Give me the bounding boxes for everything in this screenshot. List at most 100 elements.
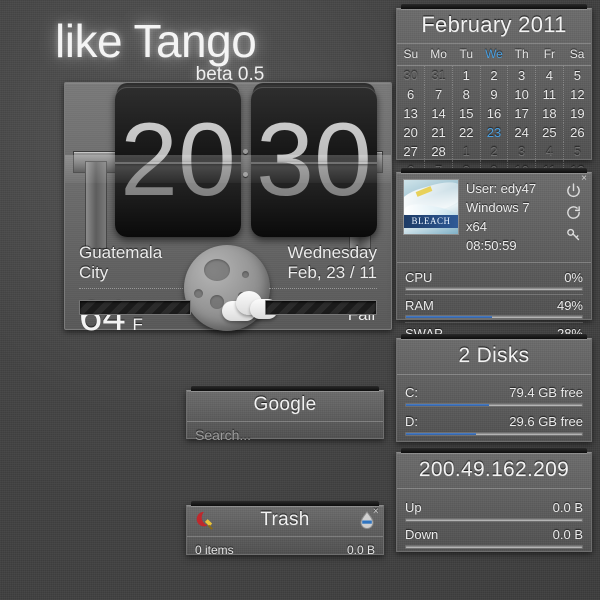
calendar-week-row: 13 14 15 16 17 18 19 bbox=[397, 104, 591, 123]
disk-d: D: 29.6 GB free bbox=[405, 410, 583, 439]
calendar-day[interactable]: 16 bbox=[480, 104, 509, 123]
brand-title-block: like Tango beta 0.5 bbox=[55, 15, 264, 85]
calendar-day[interactable]: 5 bbox=[563, 66, 591, 86]
calendar-day[interactable]: 22 bbox=[452, 123, 481, 142]
key-icon[interactable] bbox=[565, 226, 582, 243]
calendar-day[interactable]: 1 bbox=[452, 65, 481, 85]
disk-c-fill bbox=[406, 404, 489, 406]
network-down: Down 0.0 B bbox=[405, 524, 583, 549]
clock-hours-split bbox=[115, 162, 241, 164]
close-icon[interactable]: × bbox=[581, 174, 587, 184]
calendar-day[interactable]: 2 bbox=[480, 142, 509, 161]
calendar-day[interactable]: 13 bbox=[397, 104, 426, 123]
divider bbox=[405, 322, 583, 324]
disk-d-label: D: bbox=[405, 414, 418, 429]
clock-weather-widget[interactable]: 20 30 Guatemala City 64°F bbox=[64, 81, 392, 337]
calendar-day[interactable]: 31 bbox=[424, 65, 453, 85]
calendar-day[interactable]: 3 bbox=[507, 142, 537, 161]
disks-list: C: 79.4 GB free D: 29.6 GB free bbox=[397, 375, 591, 447]
page-title: like Tango bbox=[55, 15, 257, 67]
calendar-day[interactable]: 17 bbox=[507, 104, 537, 123]
calendar-day[interactable]: 24 bbox=[507, 123, 537, 142]
disk-c-label: C: bbox=[405, 385, 418, 400]
calendar-day[interactable]: 2 bbox=[480, 65, 509, 85]
weather-forecast-bar-right bbox=[265, 300, 377, 315]
calendar-day[interactable]: 8 bbox=[452, 85, 481, 104]
os-line: Windows 7 x64 bbox=[466, 199, 530, 234]
calendar-day[interactable]: 26 bbox=[563, 123, 591, 142]
calendar-day[interactable]: 20 bbox=[397, 123, 426, 142]
weather-panel[interactable]: Guatemala City 64°F bbox=[65, 235, 391, 337]
calendar-weekday-fr: Fr bbox=[535, 44, 564, 66]
meter-ram-fill bbox=[406, 316, 493, 319]
calendar-day[interactable]: 1 bbox=[452, 142, 481, 161]
calendar-day[interactable]: 19 bbox=[563, 104, 591, 123]
calendar-week-row: 20 21 22 23 24 25 26 bbox=[397, 123, 591, 142]
calendar-day[interactable]: 11 bbox=[535, 85, 564, 104]
calendar-grid: Su Mo Tu We Th Fr Sa 30 31 1 2 3 4 5 6 7 8 9 10 11 12 13 14 15… bbox=[397, 44, 591, 180]
calendar-day[interactable]: 15 bbox=[452, 104, 481, 123]
trash-widget[interactable]: Trash × 0 items 0.0 B bbox=[186, 501, 384, 557]
disk-d-track bbox=[405, 432, 583, 436]
calendar-day[interactable]: 28 bbox=[424, 142, 453, 161]
flip-clock[interactable]: 20 30 bbox=[65, 81, 391, 249]
weather-city-line2: City bbox=[79, 262, 109, 282]
network-up-track bbox=[405, 518, 583, 522]
meter-ram-value: 49% bbox=[556, 298, 583, 314]
calendar-day[interactable]: 12 bbox=[563, 85, 591, 104]
system-action-icons[interactable]: × bbox=[561, 174, 587, 243]
calendar-day[interactable]: 4 bbox=[535, 65, 564, 85]
meter-cpu-value: 0% bbox=[564, 270, 583, 286]
refresh-icon[interactable] bbox=[565, 204, 582, 221]
network-list: Up 0.0 B Down 0.0 B bbox=[397, 489, 591, 557]
network-up-value: 0.0 B bbox=[552, 500, 583, 515]
calendar-weekday-row: Su Mo Tu We Th Fr Sa bbox=[397, 44, 591, 66]
calendar-weekday-we: We bbox=[480, 44, 508, 66]
trash-bin-icon[interactable]: × bbox=[359, 507, 379, 531]
calendar-day[interactable]: 9 bbox=[480, 85, 509, 104]
calendar-day[interactable]: 14 bbox=[424, 104, 453, 123]
calendar-day[interactable]: 21 bbox=[424, 123, 453, 142]
power-icon[interactable] bbox=[565, 182, 582, 199]
network-widget[interactable]: 200.49.162.209 Up 0.0 B Down 0.0 B bbox=[396, 448, 592, 552]
calendar-day[interactable]: 10 bbox=[507, 85, 537, 104]
disks-widget[interactable]: 2 Disks C: 79.4 GB free D: 29.6 GB free bbox=[396, 334, 592, 442]
calendar-day[interactable]: 7 bbox=[424, 85, 453, 104]
clock-minutes-card: 30 bbox=[251, 87, 377, 237]
close-icon[interactable]: × bbox=[373, 507, 379, 517]
disk-d-fill bbox=[406, 433, 477, 435]
calendar-day[interactable]: 4 bbox=[535, 142, 564, 161]
disk-c: C: 79.4 GB free bbox=[405, 381, 583, 410]
calendar-day[interactable]: 30 bbox=[397, 65, 426, 85]
empty-trash-broom-icon[interactable] bbox=[193, 510, 215, 530]
system-info-widget[interactable]: BLEACH User: edy47 Windows 7 x64 08:50:5… bbox=[396, 168, 592, 348]
calendar-week-row: 6789101112 bbox=[397, 85, 591, 104]
calendar-day-today[interactable]: 23 bbox=[480, 123, 509, 142]
weather-city-line1: Guatemala bbox=[79, 243, 163, 262]
system-info-text: User: edy47 Windows 7 x64 08:50:59 bbox=[466, 179, 554, 255]
weather-weekday: Wednesday bbox=[287, 243, 377, 262]
network-up: Up 0.0 B bbox=[405, 497, 583, 522]
calendar-widget[interactable]: February 2011 Su Mo Tu We Th Fr Sa 30 31 1 2 3 4 5 6 7… bbox=[396, 4, 592, 180]
network-down-label: Down bbox=[405, 527, 439, 542]
search-input[interactable] bbox=[187, 422, 383, 449]
user-line: User: edy47 bbox=[466, 181, 537, 196]
calendar-body: 30 31 1 2 3 4 5 6 7 8 9 10 11 12 13 14 15 16 17 18 19 20 21 22 2… bbox=[397, 65, 591, 180]
network-up-label: Up bbox=[405, 500, 422, 515]
calendar-week-row: 30 31 1 2 3 4 5 bbox=[397, 65, 591, 86]
network-down-value: 0.0 B bbox=[552, 527, 583, 542]
google-search-widget[interactable]: Google bbox=[186, 386, 384, 449]
calendar-day[interactable]: 25 bbox=[535, 123, 564, 142]
calendar-day[interactable]: 6 bbox=[397, 85, 426, 104]
avatar[interactable]: BLEACH bbox=[403, 179, 459, 235]
trash-size: 0.0 B bbox=[346, 543, 375, 557]
meter-cpu-track bbox=[405, 287, 583, 292]
divider bbox=[405, 294, 583, 296]
calendar-day[interactable]: 5 bbox=[563, 142, 591, 161]
meter-cpu: CPU 0% bbox=[405, 269, 583, 292]
calendar-day[interactable]: 18 bbox=[535, 104, 564, 123]
calendar-weekday-tu: Tu bbox=[452, 44, 481, 66]
weather-forecast-bar-left bbox=[79, 300, 191, 315]
calendar-day[interactable]: 3 bbox=[507, 65, 537, 85]
calendar-day[interactable]: 27 bbox=[397, 142, 426, 161]
